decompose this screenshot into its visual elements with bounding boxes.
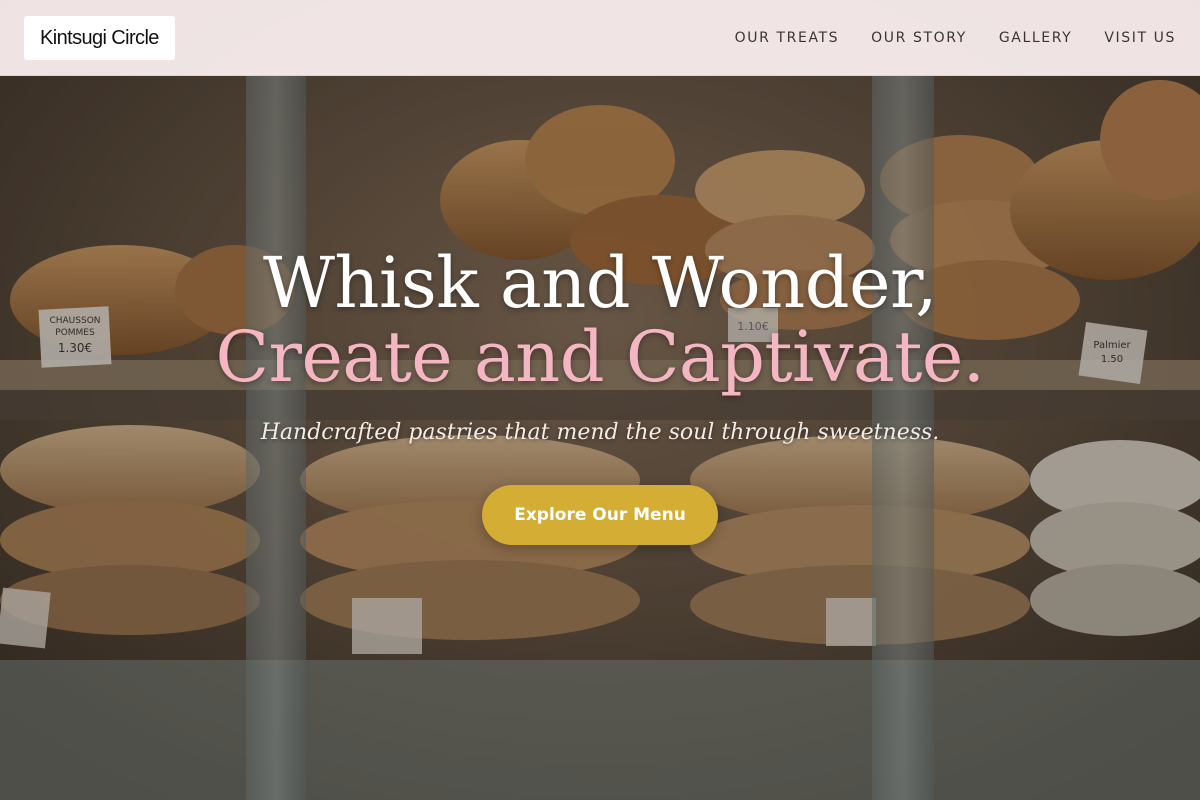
nav-link-our-story[interactable]: OUR STORY [871, 30, 967, 46]
site-header: Kintsugi Circle OUR TREATS OUR STORY GAL… [0, 0, 1200, 76]
nav-link-our-treats[interactable]: OUR TREATS [735, 30, 840, 46]
page: CHAUSSON POMMES 1.30€ 1.10€ Palmier 1.50… [0, 0, 1200, 800]
hero-headline-line2: Create and Captivate. [215, 316, 985, 398]
hero-section: Whisk and Wonder, Create and Captivate. … [0, 246, 1200, 545]
main-nav: OUR TREATS OUR STORY GALLERY VISIT US [735, 0, 1176, 76]
hero-tagline: Handcrafted pastries that mend the soul … [260, 420, 940, 445]
nav-link-visit-us[interactable]: VISIT US [1104, 30, 1176, 46]
site-logo[interactable]: Kintsugi Circle [24, 16, 175, 60]
nav-link-gallery[interactable]: GALLERY [999, 30, 1072, 46]
explore-menu-button[interactable]: Explore Our Menu [482, 485, 718, 545]
hero-headline-line1: Whisk and Wonder, [262, 242, 938, 324]
hero-headline: Whisk and Wonder, Create and Captivate. [0, 246, 1200, 394]
